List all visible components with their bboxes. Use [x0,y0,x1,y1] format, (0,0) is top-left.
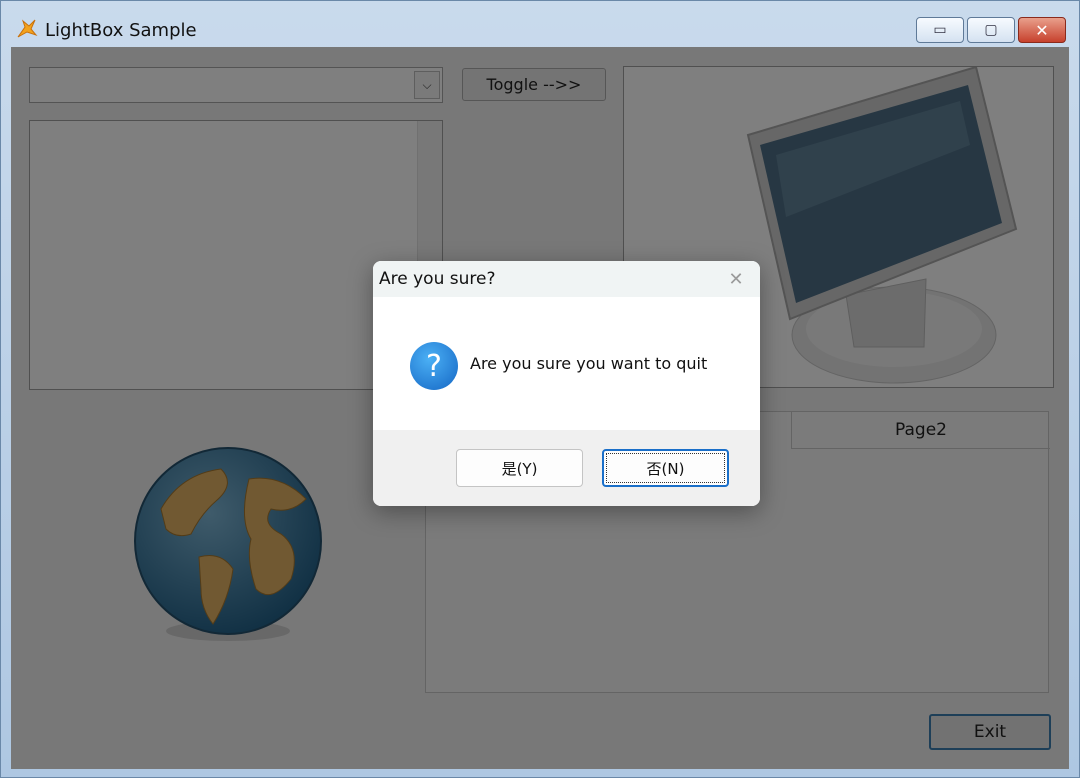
dialog-message: Are you sure you want to quit [470,354,708,373]
window-title: LightBox Sample [45,20,197,41]
confirm-dialog: Are you sure? ✕ ? Are you sure you want … [373,261,760,506]
maximize-icon: ▢ [984,22,998,38]
maximize-button[interactable]: ▢ [967,17,1015,43]
minimize-button[interactable]: ▭ [916,17,964,43]
dialog-body: ? Are you sure you want to quit [373,297,760,430]
close-button[interactable]: ✕ [1018,17,1066,43]
yes-button[interactable]: 是(Y) [456,449,583,487]
app-logo-icon [15,17,39,41]
close-icon[interactable]: ✕ [723,267,749,291]
dialog-title: Are you sure? [379,269,496,289]
minimize-icon: ▭ [933,22,947,38]
app-window: LightBox Sample ▭ ▢ ✕ ⌵ Toggle -->> [0,0,1080,778]
title-bar[interactable]: LightBox Sample ▭ ▢ ✕ [1,1,1079,47]
dialog-title-bar[interactable]: Are you sure? ✕ [373,261,760,297]
no-button[interactable]: 否(N) [602,449,729,487]
question-icon: ? [410,342,458,390]
dialog-footer: 是(Y) 否(N) [373,430,760,506]
close-icon: ✕ [1035,20,1049,40]
